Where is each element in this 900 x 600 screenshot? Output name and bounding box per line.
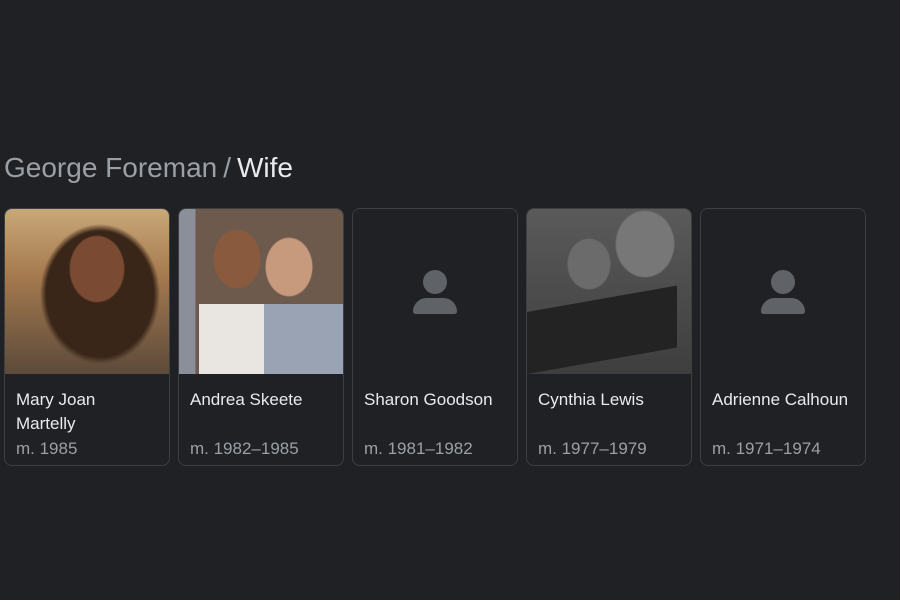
spouse-name: Cynthia Lewis <box>538 390 644 409</box>
spouse-card[interactable]: Mary Joan Martelly m. 1985 <box>4 208 170 466</box>
spouse-name: Mary Joan Martelly <box>16 390 96 433</box>
spouse-name: Andrea Skeete <box>190 390 303 409</box>
spouse-name: Adrienne Calhoun <box>712 390 849 409</box>
spouse-card[interactable]: Andrea Skeete m. 1982–1985 <box>178 208 344 466</box>
spouse-photo <box>527 209 691 374</box>
breadcrumb: George Foreman / Wife <box>4 150 293 186</box>
spouse-photo <box>179 209 343 374</box>
spouse-photo-placeholder <box>701 209 865 374</box>
spouse-card[interactable]: Cynthia Lewis m. 1977–1979 <box>526 208 692 466</box>
person-icon <box>760 268 806 316</box>
marriage-years: m. 1971–1974 <box>712 439 821 458</box>
marriage-years: m. 1982–1985 <box>190 439 299 458</box>
spouse-card[interactable]: Sharon Goodson m. 1981–1982 <box>352 208 518 466</box>
breadcrumb-current: Wife <box>237 152 293 183</box>
spouse-name: Sharon Goodson <box>364 390 493 409</box>
marriage-years: m. 1977–1979 <box>538 439 647 458</box>
spouse-photo <box>5 209 169 374</box>
spouse-card[interactable]: Adrienne Calhoun m. 1971–1974 <box>700 208 866 466</box>
spouse-photo-placeholder <box>353 209 517 374</box>
spouse-carousel: Mary Joan Martelly m. 1985 Andrea Skeete… <box>4 208 866 466</box>
marriage-years: m. 1985 <box>16 439 78 458</box>
breadcrumb-separator: / <box>223 152 231 183</box>
breadcrumb-parent-link[interactable]: George Foreman <box>4 150 217 186</box>
person-icon <box>412 268 458 316</box>
marriage-years: m. 1981–1982 <box>364 439 473 458</box>
